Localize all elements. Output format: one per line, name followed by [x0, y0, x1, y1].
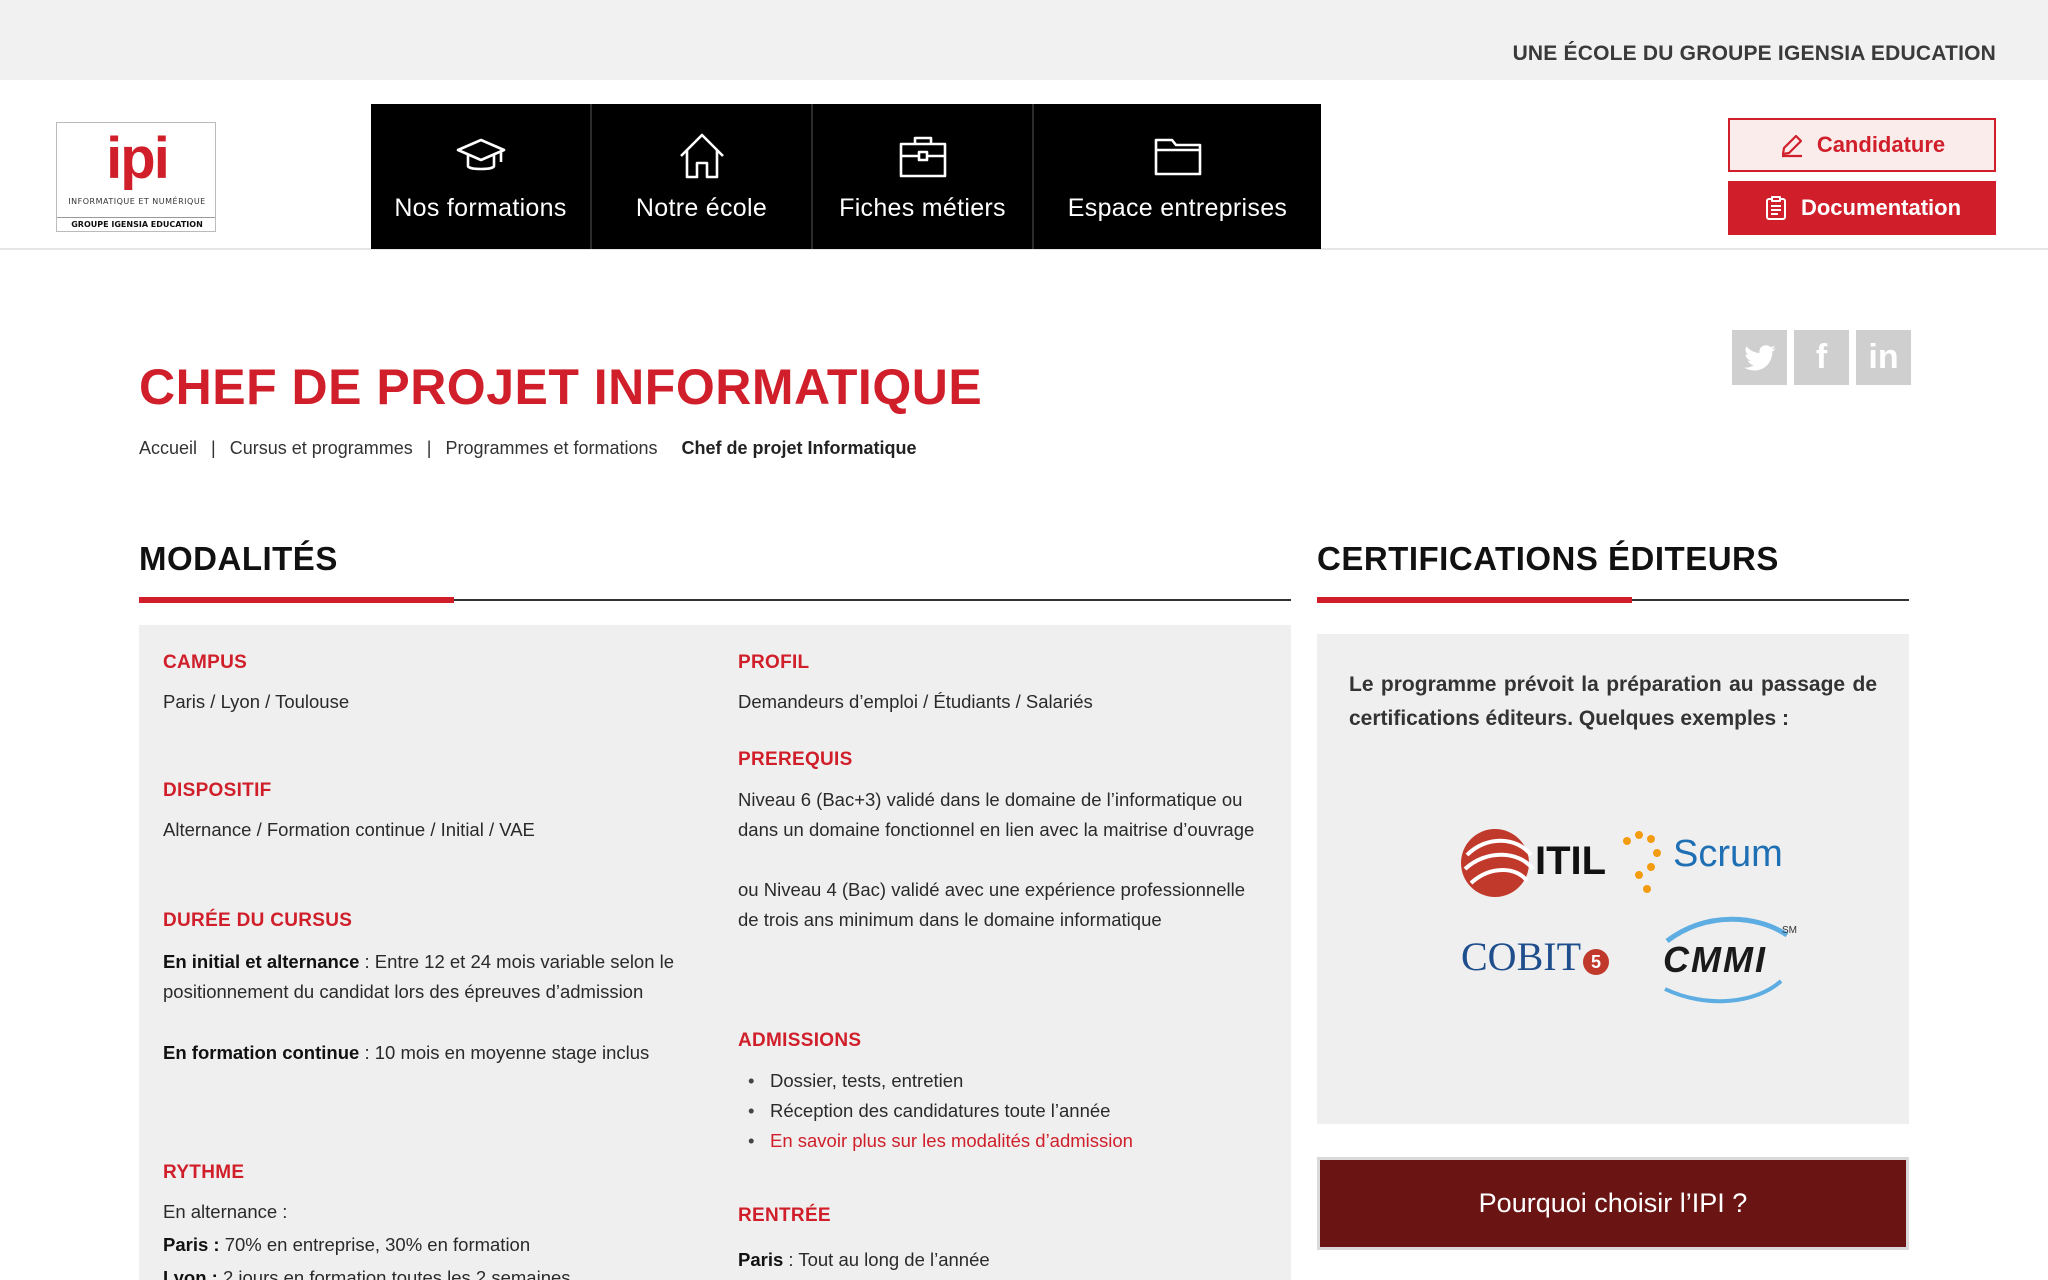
profil-value: Demandeurs d’emploi / Étudiants / Salari…: [738, 691, 1093, 712]
cobit-logo: COBIT: [1461, 934, 1581, 979]
main-nav: Nos formations Notre école Fiches métier…: [371, 104, 1321, 249]
profil-label: PROFIL: [738, 652, 810, 673]
logo-tagline: INFORMATIQUE ET NUMÉRIQUE: [68, 197, 206, 206]
campus-value: Paris / Lyon / Toulouse: [163, 691, 350, 712]
facebook-icon: f: [1815, 338, 1828, 376]
itil-swirl-icon: [1461, 829, 1535, 897]
rythme-lyon-bold: Lyon :: [163, 1267, 218, 1280]
list-item-admission-link: En savoir plus sur les modalités d’admis…: [738, 1126, 1278, 1156]
facebook-share-button[interactable]: f: [1794, 330, 1849, 385]
rythme-lyon-text: 2 jours en formation toutes les 2 semain…: [217, 1267, 571, 1280]
briefcase-icon: [899, 136, 946, 178]
prerequis-line2: ou Niveau 4 (Bac) validé avec une expéri…: [738, 879, 1245, 930]
cobit-version-badge: 5: [1583, 949, 1609, 975]
rythme-paris-bold: Paris :: [163, 1234, 220, 1255]
modalites-rule-accent: [139, 597, 454, 603]
social-share: f in: [1732, 330, 1911, 385]
prerequis-label: PREREQUIS: [738, 749, 853, 770]
documentation-label: Documentation: [1800, 195, 1962, 220]
cmmi-logo: CMMI: [1663, 939, 1767, 980]
group-label: UNE ÉCOLE DU GROUPE IGENSIA EDUCATION: [1512, 42, 1996, 65]
linkedin-share-button[interactable]: in: [1856, 330, 1911, 385]
certification-logos: ITIL Scrum COBIT 5 CMMI SM: [1457, 819, 1797, 1019]
duree-initial: En initial et alternance : Entre 12 et 2…: [163, 947, 693, 1007]
nav-label: Notre école: [635, 194, 768, 222]
admission-details-link[interactable]: En savoir plus sur les modalités d’admis…: [770, 1130, 1133, 1151]
modalites-rule: [139, 597, 1291, 603]
pencil-icon: [1781, 134, 1802, 158]
twitter-share-button[interactable]: [1732, 330, 1787, 385]
certifications-panel: Le programme prévoit la préparation au p…: [1317, 634, 1909, 1124]
certifications-text: Le programme prévoit la préparation au p…: [1349, 673, 1877, 730]
why-ipi-button[interactable]: Pourquoi choisir l’IPI ?: [1317, 1157, 1909, 1250]
graduation-cap-icon: [456, 138, 505, 171]
rentree-label: RENTRÉE: [738, 1205, 831, 1226]
rythme-paris: Paris : 70% en entreprise, 30% en format…: [163, 1230, 683, 1260]
breadcrumb-separator: |: [426, 438, 432, 458]
nav-label: Espace entreprises: [1067, 194, 1288, 222]
nav-label: Fiches métiers: [839, 194, 1006, 222]
logo-group: GROUPE IGENSIA EDUCATION: [57, 217, 215, 229]
home-icon: [679, 133, 724, 179]
scrum-logo: Scrum: [1673, 833, 1783, 875]
duree-continue-text: : 10 mois en moyenne stage inclus: [359, 1042, 650, 1063]
duree-label: DURÉE DU CURSUS: [163, 910, 353, 931]
breadcrumb-cursus[interactable]: Cursus et programmes: [230, 438, 413, 459]
admissions-list: Dossier, tests, entretien Réception des …: [738, 1066, 1278, 1156]
top-band: UNE ÉCOLE DU GROUPE IGENSIA EDUCATION: [0, 0, 2048, 80]
prerequis-line1: Niveau 6 (Bac+3) validé dans le domaine …: [738, 789, 1255, 840]
certifications-heading: CERTIFICATIONS ÉDITEURS: [1317, 540, 1779, 577]
dispositif-value: Alternance / Formation continue / Initia…: [163, 819, 535, 840]
candidature-label: Candidature: [1816, 132, 1946, 157]
modalites-panel: CAMPUS Paris / Lyon / Toulouse DISPOSITI…: [139, 625, 1291, 1280]
rythme-paris-text: 70% en entreprise, 30% en formation: [219, 1234, 531, 1255]
breadcrumb-current: Chef de projet Informatique: [681, 438, 917, 458]
breadcrumb-accueil[interactable]: Accueil: [139, 438, 197, 459]
linkedin-icon: in: [1868, 338, 1899, 376]
modalites-heading: MODALITÉS: [139, 540, 338, 577]
nav-item-formations[interactable]: Nos formations: [371, 104, 592, 249]
ipi-logo[interactable]: ipi INFORMATIQUE ET NUMÉRIQUE GROUPE IGE…: [56, 122, 216, 232]
itil-logo: ITIL: [1535, 839, 1607, 883]
rythme-label: RYTHME: [163, 1162, 245, 1183]
rythme-intro: En alternance :: [163, 1201, 288, 1222]
duree-initial-bold: En initial et alternance: [163, 951, 360, 972]
rythme-lyon: Lyon : 2 jours en formation toutes les 2…: [163, 1263, 683, 1280]
nav-label: Nos formations: [394, 194, 567, 222]
campus-label: CAMPUS: [163, 652, 248, 673]
dispositif-label: DISPOSITIF: [163, 780, 272, 801]
duree-continue-bold: En formation continue: [163, 1042, 360, 1063]
cmmi-sm-mark: SM: [1782, 925, 1797, 936]
header: ipi INFORMATIQUE ET NUMÉRIQUE GROUPE IGE…: [0, 80, 2048, 250]
rentree-paris: Paris : Tout au long de l’année: [738, 1245, 1258, 1275]
logo-mark: ipi: [106, 126, 170, 191]
breadcrumb-separator: |: [211, 438, 216, 458]
nav-item-ecole[interactable]: Notre école: [592, 104, 813, 249]
list-item: Réception des candidatures toute l’année: [738, 1096, 1278, 1126]
certifications-rule: [1317, 597, 1909, 603]
certifications-rule-accent: [1317, 597, 1632, 603]
list-item: Dossier, tests, entretien: [738, 1066, 1278, 1096]
twitter-icon: [1743, 344, 1776, 370]
nav-item-metiers[interactable]: Fiches métiers: [813, 104, 1034, 249]
documentation-button[interactable]: Documentation: [1728, 181, 1996, 235]
folder-icon: [1154, 138, 1201, 176]
rentree-paris-text: : Tout au long de l’année: [783, 1249, 990, 1270]
scrum-dots-icon: [1623, 831, 1661, 893]
nav-item-entreprises[interactable]: Espace entreprises: [1034, 104, 1321, 249]
rentree-paris-bold: Paris: [738, 1249, 784, 1270]
duree-continue: En formation continue : 10 mois en moyen…: [163, 1038, 663, 1068]
breadcrumb: Accueil | Cursus et programmes | Program…: [139, 438, 917, 459]
admissions-label: ADMISSIONS: [738, 1030, 862, 1051]
breadcrumb-programmes[interactable]: Programmes et formations: [445, 438, 657, 459]
clipboard-icon: [1765, 196, 1786, 220]
candidature-button[interactable]: Candidature: [1728, 118, 1996, 172]
page-title: CHEF DE PROJET INFORMATIQUE: [139, 359, 983, 415]
